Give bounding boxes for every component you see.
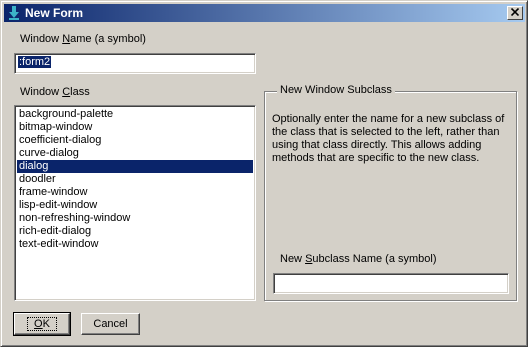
window-name-field[interactable]: :form2 bbox=[14, 53, 256, 74]
list-item[interactable]: bitmap-window bbox=[17, 121, 253, 134]
window-name-value: :form2 bbox=[18, 56, 52, 68]
cancel-button-label: Cancel bbox=[93, 318, 128, 330]
list-item[interactable]: background-palette bbox=[17, 108, 253, 121]
list-item[interactable]: lisp-edit-window bbox=[17, 199, 253, 212]
group-title: New Window Subclass bbox=[277, 84, 395, 96]
list-item[interactable]: frame-window bbox=[17, 186, 253, 199]
close-button[interactable] bbox=[507, 6, 523, 20]
window-title: New Form bbox=[25, 6, 84, 20]
window-name-label: Window Name (a symbol) bbox=[20, 33, 146, 45]
title-bar[interactable]: New Form bbox=[4, 4, 525, 22]
list-item[interactable]: coefficient-dialog bbox=[17, 134, 253, 147]
cancel-button[interactable]: Cancel bbox=[81, 313, 140, 335]
window-class-list[interactable]: background-palette bitmap-window coeffic… bbox=[14, 105, 256, 301]
ok-button-label: OK bbox=[27, 317, 57, 331]
subclass-name-label: New Subclass Name (a symbol) bbox=[280, 253, 437, 265]
window-class-label: Window Class bbox=[20, 86, 90, 98]
close-icon bbox=[510, 7, 520, 19]
list-item[interactable]: curve-dialog bbox=[17, 147, 253, 160]
list-item[interactable]: non-refreshing-window bbox=[17, 212, 253, 225]
ok-button[interactable]: OK bbox=[13, 312, 71, 336]
lisp-form-icon bbox=[6, 5, 22, 21]
list-item-selected[interactable]: dialog bbox=[17, 160, 253, 173]
subclass-name-field[interactable] bbox=[273, 273, 509, 294]
subclass-description: Optionally enter the name for a new subc… bbox=[272, 113, 505, 164]
new-form-dialog: New Form Window Name (a symbol) :form2 W… bbox=[0, 0, 528, 347]
list-item[interactable]: doodler bbox=[17, 173, 253, 186]
list-item[interactable]: text-edit-window bbox=[17, 238, 253, 251]
list-item[interactable]: rich-edit-dialog bbox=[17, 225, 253, 238]
